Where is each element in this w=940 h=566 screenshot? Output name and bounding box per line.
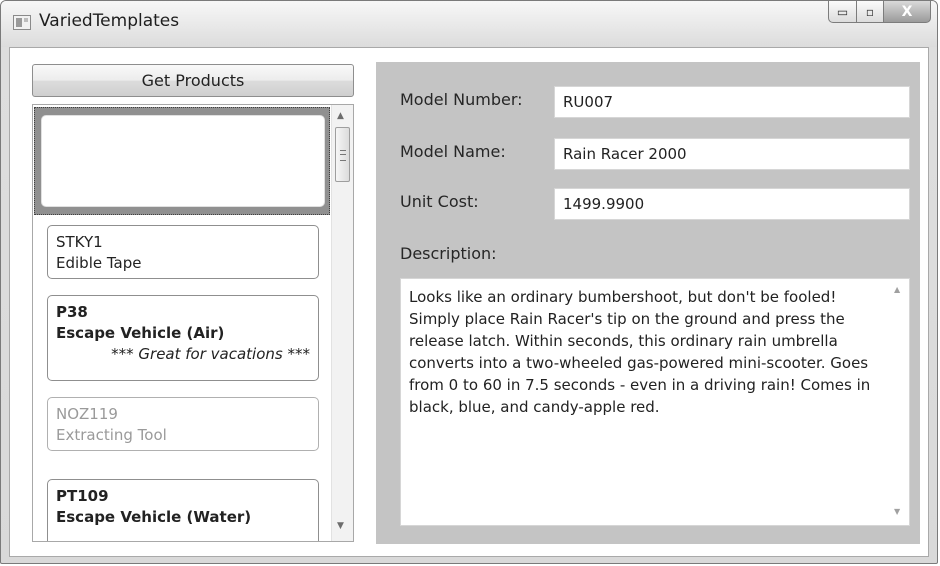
- scroll-down-arrow-icon[interactable]: ▼: [894, 507, 900, 516]
- model-name-field[interactable]: Rain Racer 2000: [554, 138, 910, 170]
- item-note: *** Great for vacations ***: [111, 345, 310, 363]
- minimize-icon: ▭: [836, 4, 849, 19]
- scroll-up-arrow-icon[interactable]: ▲: [894, 285, 900, 294]
- maximize-icon: ▫: [865, 4, 875, 19]
- unit-cost-label: Unit Cost:: [400, 192, 479, 211]
- description-label: Description:: [400, 244, 497, 263]
- model-number-field[interactable]: RU007: [554, 86, 910, 118]
- close-icon: X: [901, 3, 913, 20]
- scroll-down-arrow-icon[interactable]: ▼: [337, 521, 344, 531]
- close-button[interactable]: X: [884, 1, 931, 23]
- item-name: Edible Tape: [56, 254, 142, 272]
- item-code: NOZ119: [56, 405, 118, 423]
- title-bar[interactable]: VariedTemplates ▭ ▫ X: [1, 1, 937, 47]
- app-window: VariedTemplates ▭ ▫ X Get Products STKY1…: [0, 0, 938, 564]
- selected-item-card: [41, 115, 325, 207]
- model-number-label: Model Number:: [400, 90, 523, 109]
- list-item[interactable]: STKY1 Edible Tape: [47, 225, 319, 279]
- unit-cost-field[interactable]: 1499.9900: [554, 188, 910, 220]
- window-title: VariedTemplates: [39, 11, 180, 31]
- list-item[interactable]: PT109 Escape Vehicle (Water): [47, 479, 319, 541]
- description-textarea[interactable]: Looks like an ordinary bumbershoot, but …: [400, 278, 910, 526]
- description-text: Looks like an ordinary bumbershoot, but …: [409, 288, 871, 416]
- list-scrollbar[interactable]: ▲ ▼: [331, 105, 353, 541]
- list-item[interactable]: NOZ119 Extracting Tool: [47, 397, 319, 451]
- app-icon[interactable]: [13, 15, 31, 30]
- item-name: Extracting Tool: [56, 426, 167, 444]
- item-code: P38: [56, 303, 88, 321]
- client-area: Get Products STKY1 Edible Tape P38 Escap…: [9, 47, 929, 557]
- scroll-thumb[interactable]: [335, 127, 350, 182]
- item-name: Escape Vehicle (Air): [56, 324, 225, 342]
- get-products-button[interactable]: Get Products: [32, 64, 354, 97]
- selected-list-item[interactable]: [34, 107, 330, 215]
- grip-icon: [340, 150, 346, 161]
- description-scrollbar[interactable]: ▲ ▼: [887, 279, 909, 525]
- product-details-panel: Model Number: RU007 Model Name: Rain Rac…: [376, 62, 920, 544]
- caption-buttons: ▭ ▫ X: [828, 1, 931, 25]
- maximize-button[interactable]: ▫: [857, 1, 884, 23]
- product-listbox[interactable]: STKY1 Edible Tape P38 Escape Vehicle (Ai…: [32, 104, 354, 542]
- list-item[interactable]: P38 Escape Vehicle (Air) *** Great for v…: [47, 295, 319, 381]
- minimize-button[interactable]: ▭: [828, 1, 857, 23]
- item-name: Escape Vehicle (Water): [56, 508, 252, 526]
- item-code: PT109: [56, 487, 109, 505]
- model-name-label: Model Name:: [400, 142, 506, 161]
- item-code: STKY1: [56, 233, 103, 251]
- scroll-up-arrow-icon[interactable]: ▲: [337, 111, 344, 121]
